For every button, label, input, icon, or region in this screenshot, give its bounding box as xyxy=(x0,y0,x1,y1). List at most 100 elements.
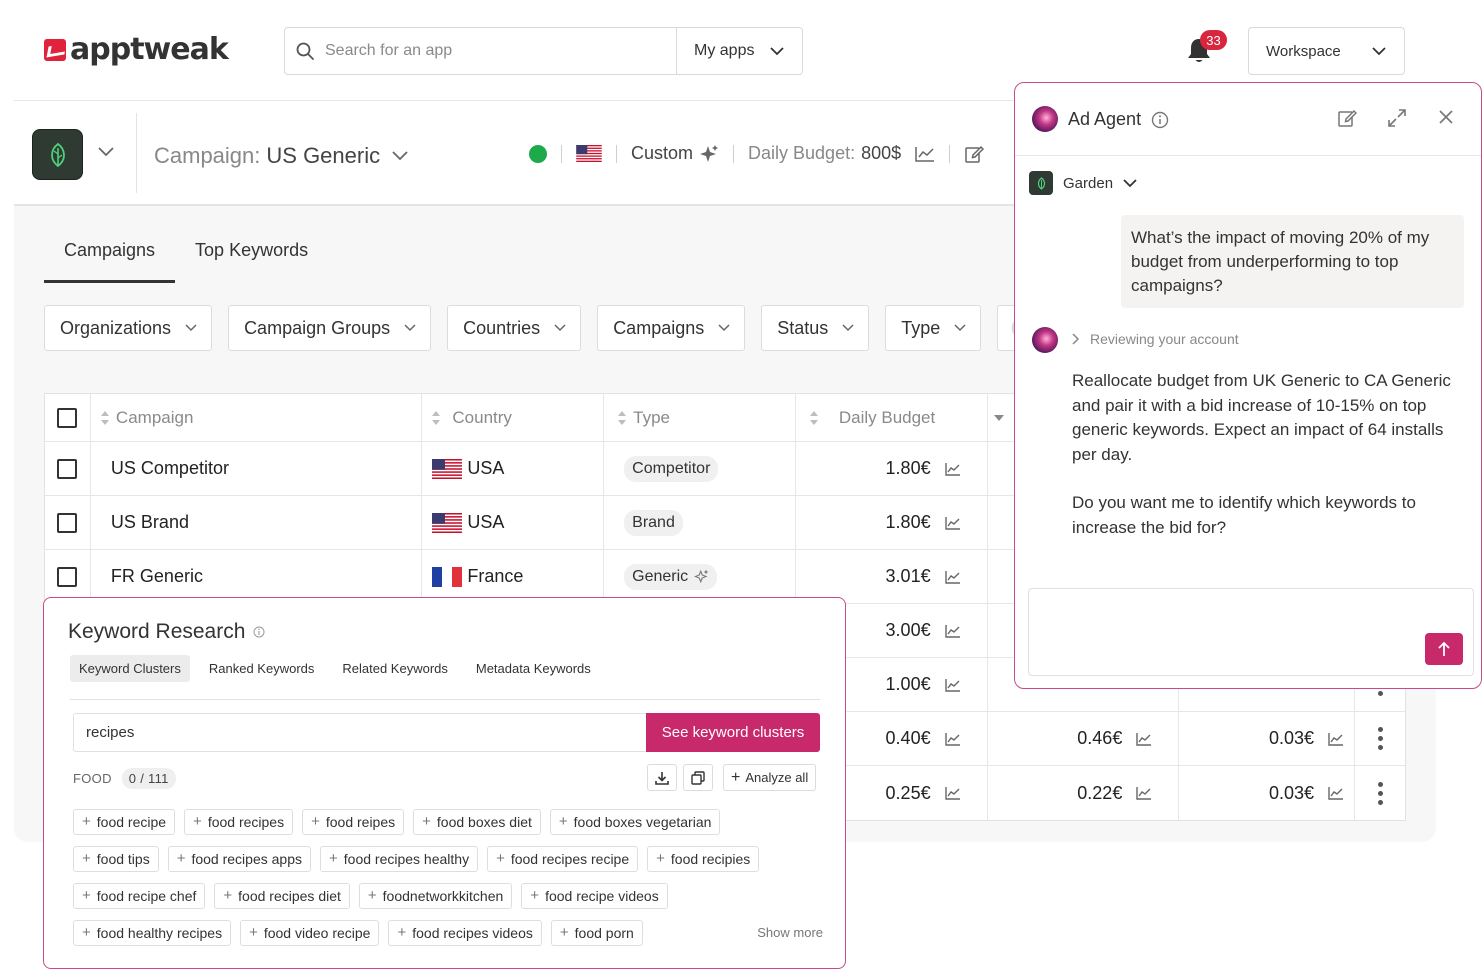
trend-chart-icon[interactable] xyxy=(1136,786,1152,800)
plus-icon: + xyxy=(558,813,568,830)
my-apps-label: My apps xyxy=(694,42,755,59)
tab-campaigns[interactable]: Campaigns xyxy=(44,231,176,283)
keyword-chip[interactable]: + food recipes videos xyxy=(388,919,542,946)
more-options-icon[interactable] xyxy=(1377,781,1383,805)
row-checkbox[interactable] xyxy=(57,566,78,587)
edit-icon[interactable] xyxy=(964,144,985,164)
row-checkbox[interactable] xyxy=(57,458,78,479)
trend-chart-icon[interactable] xyxy=(944,732,961,746)
filter-type[interactable]: Type xyxy=(885,305,982,351)
ad-agent-toolbar xyxy=(1337,108,1455,128)
campaign-selector[interactable]: Campaign: US Generic xyxy=(154,143,408,169)
send-button[interactable] xyxy=(1425,633,1463,665)
keyword-chip[interactable]: + food recipe videos xyxy=(521,882,668,909)
trend-chart-icon[interactable] xyxy=(944,570,961,584)
show-more-link[interactable]: Show more xyxy=(757,925,823,940)
apptweak-logo[interactable]: apptweak xyxy=(44,32,229,67)
tab-top-keywords[interactable]: Top Keywords xyxy=(175,231,328,283)
filter-status[interactable]: Status xyxy=(761,305,870,351)
trend-chart-icon[interactable] xyxy=(1136,732,1152,746)
trend-chart-icon[interactable] xyxy=(944,516,961,530)
campaign-cell[interactable]: FR Generic xyxy=(91,550,423,603)
keyword-chip[interactable]: + food recipies xyxy=(647,845,760,872)
trend-chart-icon[interactable] xyxy=(915,146,935,162)
app-search-input[interactable] xyxy=(325,28,676,74)
keyword-chip[interactable]: + food boxes vegetarian xyxy=(549,808,721,835)
agent-message-input[interactable] xyxy=(1028,588,1474,676)
info-icon[interactable] xyxy=(253,626,265,638)
tab-related-keywords[interactable]: Related Keywords xyxy=(333,655,457,682)
ad-agent-header: Ad Agent xyxy=(1015,83,1481,156)
keyword-chip[interactable]: + food reipes xyxy=(302,808,405,835)
row-checkbox[interactable] xyxy=(57,512,78,533)
filter-campaigns[interactable]: Campaigns xyxy=(597,305,746,351)
ad-agent-title: Ad Agent xyxy=(1068,109,1169,130)
info-icon[interactable] xyxy=(1151,111,1169,129)
leaf-icon xyxy=(50,142,65,167)
copy-button[interactable] xyxy=(683,764,713,791)
sort-desc-icon xyxy=(993,414,1004,421)
tab-keyword-clusters[interactable]: Keyword Clusters xyxy=(70,655,190,682)
see-keyword-clusters-button[interactable]: See keyword clusters xyxy=(646,713,820,752)
cluster-actions: + Analyze all xyxy=(647,764,817,791)
keyword-chip[interactable]: + food boxes diet xyxy=(413,808,541,835)
close-icon[interactable] xyxy=(1437,108,1455,126)
keyword-chip-label: food tips xyxy=(96,850,150,867)
expand-icon[interactable] xyxy=(1387,108,1407,128)
trend-chart-icon[interactable] xyxy=(944,624,961,638)
keyword-chip-label: food recipes xyxy=(207,813,285,830)
trend-chart-icon[interactable] xyxy=(1328,786,1344,800)
keyword-chip[interactable]: + food recipes xyxy=(184,808,294,835)
column-header-daily-budget[interactable]: Daily Budget xyxy=(796,394,988,441)
campaign-cell[interactable]: US Competitor xyxy=(91,442,423,495)
filter-campaign-groups[interactable]: Campaign Groups xyxy=(228,305,432,351)
workspace-dropdown[interactable]: Workspace xyxy=(1248,27,1405,75)
keyword-chip[interactable]: + food recipe chef xyxy=(73,882,206,909)
tab-ranked-keywords[interactable]: Ranked Keywords xyxy=(200,655,324,682)
analyze-all-button[interactable]: + Analyze all xyxy=(723,764,817,791)
new-chat-edit-icon[interactable] xyxy=(1337,108,1357,128)
chevron-right-icon xyxy=(1072,333,1080,345)
status-active-dot xyxy=(529,144,547,163)
app-icon[interactable] xyxy=(32,129,83,180)
keyword-chip-label: food recipies xyxy=(670,850,751,867)
trend-chart-icon[interactable] xyxy=(944,678,961,692)
keyword-chip-row: + food healthy recipes + food video recipe… xyxy=(73,919,823,946)
reasoning-status-toggle[interactable]: Reviewing your account xyxy=(1072,331,1239,347)
trend-chart-icon[interactable] xyxy=(944,786,961,800)
app-context-selector[interactable]: Garden xyxy=(1029,171,1137,195)
keyword-chip[interactable]: + food recipes recipe xyxy=(487,845,639,872)
keyword-chip[interactable]: + food healthy recipes xyxy=(73,919,232,946)
column-header-type[interactable]: Type xyxy=(604,394,796,441)
app-switch-chevron-icon[interactable] xyxy=(98,147,114,157)
campaign-cell[interactable]: US Brand xyxy=(91,496,423,549)
my-apps-dropdown[interactable]: My apps xyxy=(676,28,802,74)
more-options-icon[interactable] xyxy=(1377,727,1383,750)
daily-budget-cell: 3.01€ xyxy=(796,550,988,603)
plus-icon: + xyxy=(82,850,91,867)
select-all-checkbox[interactable] xyxy=(57,407,78,428)
keyword-chip[interactable]: + food video recipe xyxy=(240,919,380,946)
keyword-chip[interactable]: + food recipes apps xyxy=(167,845,311,872)
keyword-chip[interactable]: + food recipe xyxy=(73,808,176,835)
keyword-seed-input[interactable] xyxy=(73,713,648,752)
keyword-chip[interactable]: + food porn xyxy=(550,919,643,946)
keyword-chip-label: food recipes videos xyxy=(412,924,533,941)
panel-title-text: Keyword Research xyxy=(68,620,246,643)
row-select-cell xyxy=(45,442,91,495)
download-button[interactable] xyxy=(647,764,677,791)
trend-chart-icon[interactable] xyxy=(1328,732,1344,746)
keyword-chip[interactable]: + food tips xyxy=(73,845,159,872)
trend-chart-icon[interactable] xyxy=(944,462,961,476)
keyword-chip[interactable]: + food recipes diet xyxy=(214,882,350,909)
keyword-chip[interactable]: + food recipes healthy xyxy=(320,845,479,872)
tab-metadata-keywords[interactable]: Metadata Keywords xyxy=(467,655,600,682)
column-header-country[interactable]: Country xyxy=(422,394,605,441)
filter-countries[interactable]: Countries xyxy=(447,305,582,351)
keyword-chip[interactable]: + foodnetworkkitchen xyxy=(358,882,513,909)
keyword-chip-label: foodnetworkkitchen xyxy=(382,887,504,904)
column-header-campaign[interactable]: Campaign xyxy=(91,394,423,441)
keyword-chip-label: food recipe chef xyxy=(96,887,197,904)
filter-organizations[interactable]: Organizations xyxy=(44,305,213,351)
keyword-chip-label: food boxes vegetarian xyxy=(573,813,712,830)
